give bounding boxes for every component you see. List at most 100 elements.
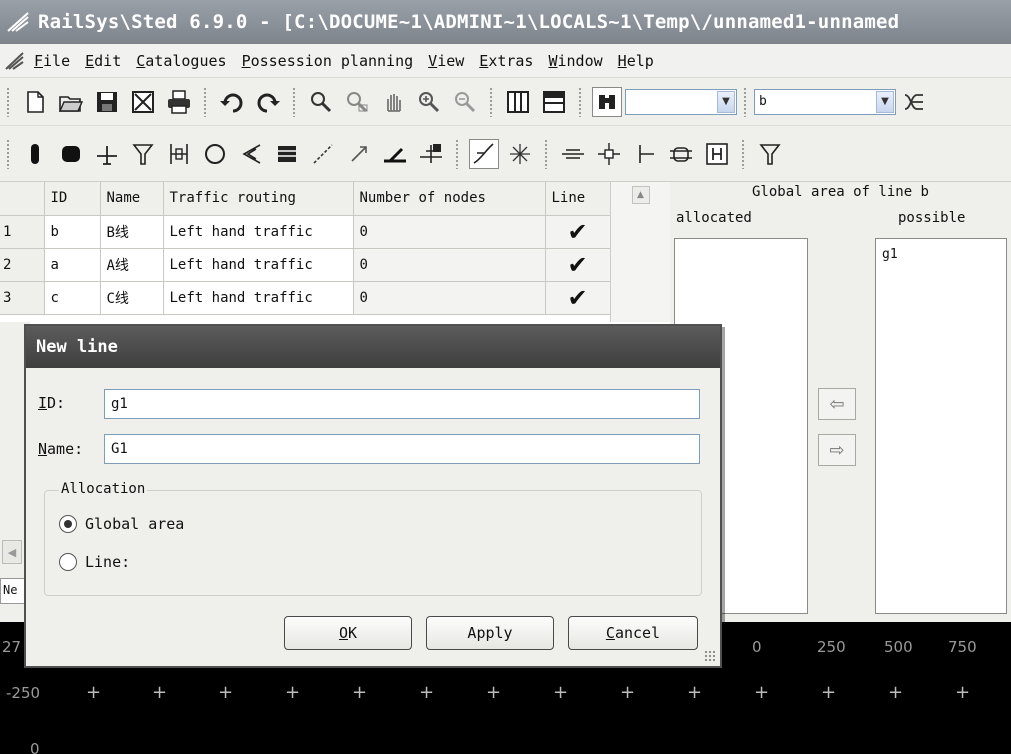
line-check-icon[interactable]: ✔ xyxy=(545,215,611,249)
move-right-button[interactable]: ⇨ xyxy=(818,434,856,466)
track-segment-icon[interactable] xyxy=(558,139,588,169)
crossing-icon[interactable] xyxy=(416,139,446,169)
block-signal-icon[interactable] xyxy=(56,139,86,169)
toolbar-grip[interactable] xyxy=(743,86,748,117)
row-number[interactable]: 1 xyxy=(0,215,45,249)
dialog-title-bar[interactable]: New line xyxy=(26,326,720,368)
menu-view[interactable]: View xyxy=(428,52,464,70)
split-vertical-icon[interactable] xyxy=(503,87,533,117)
redo-icon[interactable] xyxy=(253,87,283,117)
table-row[interactable]: 1 b B线 Left hand traffic 0 ✔ xyxy=(0,215,611,249)
route-arrow-icon[interactable] xyxy=(344,139,374,169)
split-horizontal-icon[interactable] xyxy=(539,87,569,117)
toolbar-grip[interactable] xyxy=(578,86,583,117)
platform-icon[interactable] xyxy=(164,139,194,169)
cancel-button[interactable]: Cancel xyxy=(568,616,698,650)
close-file-icon[interactable] xyxy=(128,87,158,117)
scroll-up-icon[interactable]: ▲ xyxy=(631,186,650,204)
signal-icon[interactable] xyxy=(20,139,50,169)
zoom-window-icon[interactable] xyxy=(342,87,372,117)
column-header-name[interactable]: Name xyxy=(100,182,164,216)
column-header-id[interactable]: ID xyxy=(44,182,101,216)
draw-track-icon[interactable] xyxy=(469,138,499,169)
cell-number-of-nodes[interactable]: 0 xyxy=(353,281,546,315)
toolbar-grip[interactable] xyxy=(455,138,460,169)
radio-unselected-icon[interactable] xyxy=(59,553,77,571)
cell-number-of-nodes[interactable]: 0 xyxy=(353,215,546,249)
toolbar-grip[interactable] xyxy=(489,86,494,117)
menu-extras[interactable]: Extras xyxy=(479,52,533,70)
filter-funnel-icon[interactable] xyxy=(128,139,158,169)
radio-line[interactable]: Line: xyxy=(59,553,130,571)
chevron-down-icon[interactable]: ▼ xyxy=(876,90,894,113)
radio-global-area[interactable]: Global area xyxy=(59,515,184,533)
menu-possession-planning[interactable]: Possession planning xyxy=(242,52,414,70)
table-row[interactable]: 3 c C线 Left hand traffic 0 ✔ xyxy=(0,281,611,315)
radio-selected-icon[interactable] xyxy=(59,515,77,533)
cell-name[interactable]: A线 xyxy=(100,248,164,282)
chevron-down-icon[interactable]: ▼ xyxy=(717,90,735,113)
document-icon[interactable] xyxy=(4,50,26,72)
menu-file[interactable]: File xyxy=(34,52,70,70)
row-number[interactable]: 3 xyxy=(0,281,45,315)
toolbar-grip[interactable] xyxy=(741,138,746,169)
move-node-icon[interactable] xyxy=(594,139,624,169)
window-title-bar[interactable]: RailSys\Sted 6.9.0 - [C:\DOCUME~1\ADMINI… xyxy=(0,0,1011,44)
list-lines-icon[interactable] xyxy=(272,139,302,169)
column-header-traffic-routing[interactable]: Traffic routing xyxy=(163,182,354,216)
id-field[interactable]: g1 xyxy=(104,389,700,419)
ok-button[interactable]: OK xyxy=(284,616,412,650)
line-check-icon[interactable]: ✔ xyxy=(545,281,611,315)
apply-button[interactable]: Apply xyxy=(426,616,554,650)
row-number[interactable]: 2 xyxy=(0,248,45,282)
zoom-icon[interactable] xyxy=(306,87,336,117)
column-header-number-of-nodes[interactable]: Number of nodes xyxy=(353,182,546,216)
name-field[interactable]: G1 xyxy=(104,434,700,464)
resize-grip-icon[interactable] xyxy=(704,650,716,662)
menu-edit[interactable]: Edit xyxy=(85,52,121,70)
pan-hand-icon[interactable] xyxy=(378,87,408,117)
search-combo[interactable]: ▼ xyxy=(625,88,737,115)
network-icon[interactable] xyxy=(899,87,929,117)
list-item[interactable]: g1 xyxy=(882,247,1006,262)
menu-help[interactable]: Help xyxy=(618,52,654,70)
table-scrollbar[interactable]: ▲ xyxy=(610,182,670,322)
filter-icon[interactable] xyxy=(755,139,785,169)
station-h-icon[interactable] xyxy=(702,139,732,169)
cell-number-of-nodes[interactable]: 0 xyxy=(353,248,546,282)
move-left-button[interactable]: ⇦ xyxy=(818,388,856,420)
scroll-left-icon[interactable]: ◀ xyxy=(2,540,22,564)
toolbar-grip[interactable] xyxy=(292,86,297,117)
cell-id[interactable]: a xyxy=(44,248,101,282)
cell-traffic-routing[interactable]: Left hand traffic xyxy=(163,215,354,249)
toolbar-grip[interactable] xyxy=(544,138,549,169)
print-icon[interactable] xyxy=(164,87,194,117)
zoom-in-icon[interactable] xyxy=(414,87,444,117)
line-select[interactable]: b ▼ xyxy=(754,88,896,115)
zoom-out-icon[interactable] xyxy=(450,87,480,117)
toolbar-grip[interactable] xyxy=(6,86,11,117)
table-row[interactable]: 2 a A线 Left hand traffic 0 ✔ xyxy=(0,248,611,282)
menu-catalogues[interactable]: Catalogues xyxy=(136,52,226,70)
line-check-icon[interactable]: ✔ xyxy=(545,248,611,282)
bridge-icon[interactable] xyxy=(666,139,696,169)
cell-traffic-routing[interactable]: Left hand traffic xyxy=(163,248,354,282)
speaker-icon[interactable] xyxy=(236,139,266,169)
open-folder-icon[interactable] xyxy=(56,87,86,117)
cell-id[interactable]: b xyxy=(44,215,101,249)
column-header-line[interactable]: Line xyxy=(545,182,611,216)
toolbar-grip[interactable] xyxy=(6,138,11,169)
corner-header[interactable] xyxy=(0,182,45,216)
save-icon[interactable] xyxy=(92,87,122,117)
node-star-icon[interactable] xyxy=(505,139,535,169)
loop-icon[interactable] xyxy=(200,139,230,169)
cell-name[interactable]: B线 xyxy=(100,215,164,249)
cell-traffic-routing[interactable]: Left hand traffic xyxy=(163,281,354,315)
track-end-icon[interactable] xyxy=(630,139,660,169)
menu-window[interactable]: Window xyxy=(548,52,602,70)
switch-icon[interactable] xyxy=(380,139,410,169)
new-file-icon[interactable] xyxy=(20,87,50,117)
toolbar-grip[interactable] xyxy=(203,86,208,117)
possible-list[interactable]: g1 xyxy=(875,238,1007,614)
binoculars-icon[interactable] xyxy=(592,86,622,117)
